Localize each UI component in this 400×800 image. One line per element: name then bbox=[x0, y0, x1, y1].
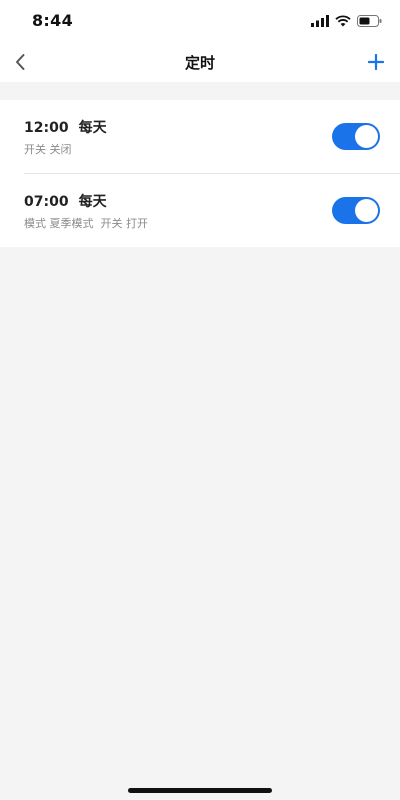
plus-icon bbox=[368, 54, 384, 70]
toggle-knob bbox=[355, 125, 378, 148]
status-time: 8:44 bbox=[32, 11, 73, 30]
status-bar: 8:44 bbox=[0, 0, 400, 44]
timer-time: 12:00 bbox=[24, 120, 69, 136]
home-indicator bbox=[128, 788, 272, 793]
signal-icon bbox=[311, 15, 329, 27]
timer-time-line: 12:00 每天 bbox=[24, 117, 107, 137]
timer-description: 开关 关闭 bbox=[24, 143, 72, 156]
timer-repeat: 每天 bbox=[78, 194, 107, 210]
timer-repeat: 每天 bbox=[78, 120, 107, 136]
timer-screen: 8:44 定时 12:00 每天 开关 关闭 07:00 每天 模式 夏季模式 … bbox=[0, 0, 400, 800]
timer-row[interactable]: 12:00 每天 开关 关闭 bbox=[24, 100, 400, 174]
navigation-bar: 定时 bbox=[0, 44, 400, 82]
chevron-left-icon bbox=[16, 54, 25, 70]
timer-time-line: 07:00 每天 bbox=[24, 191, 107, 211]
wifi-icon bbox=[335, 15, 351, 27]
timer-toggle[interactable] bbox=[332, 123, 380, 150]
add-timer-button[interactable] bbox=[362, 47, 390, 77]
timer-description: 模式 夏季模式 开关 打开 bbox=[24, 217, 148, 230]
timer-list: 12:00 每天 开关 关闭 07:00 每天 模式 夏季模式 开关 打开 bbox=[0, 100, 400, 247]
back-button[interactable] bbox=[6, 47, 34, 77]
timer-row[interactable]: 07:00 每天 模式 夏季模式 开关 打开 bbox=[24, 174, 400, 247]
timer-toggle[interactable] bbox=[332, 197, 380, 224]
timer-time: 07:00 bbox=[24, 194, 69, 210]
page-title: 定时 bbox=[184, 54, 215, 72]
toggle-knob bbox=[355, 199, 378, 222]
status-icons bbox=[311, 14, 382, 28]
battery-icon bbox=[357, 15, 382, 27]
